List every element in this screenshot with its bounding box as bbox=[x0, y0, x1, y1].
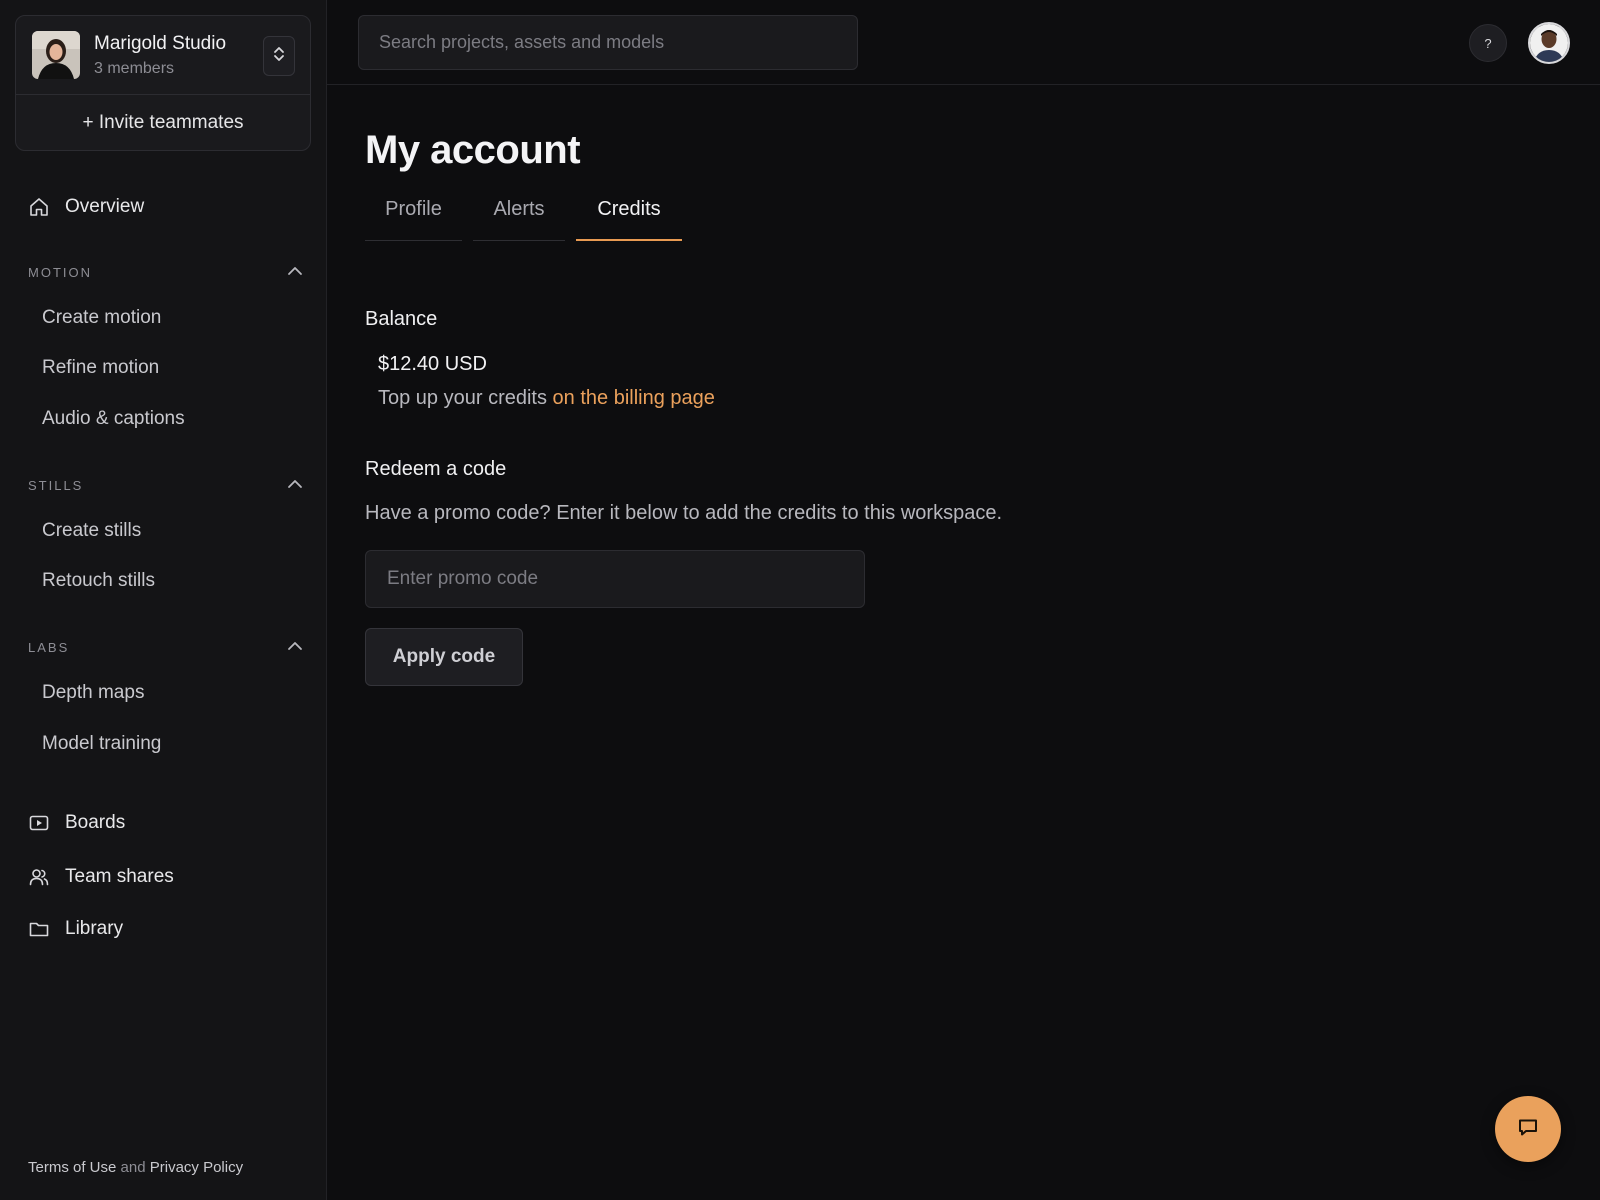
balance-value: $12.40 USD bbox=[378, 353, 487, 375]
workspace-member-count: 3 members bbox=[94, 60, 175, 77]
billing-page-link[interactable]: on the billing page bbox=[553, 387, 715, 409]
chat-bubble-icon bbox=[1515, 1114, 1541, 1145]
tab-label: Alerts bbox=[493, 198, 545, 220]
page-title: My account bbox=[365, 128, 581, 172]
sidebar: Marigold Studio 3 members + Invite teamm… bbox=[0, 0, 327, 1200]
workspace-switch-button[interactable] bbox=[263, 36, 295, 76]
workspace-card: Marigold Studio 3 members + Invite teamm… bbox=[15, 15, 311, 151]
tab-alerts[interactable]: Alerts bbox=[473, 198, 565, 241]
sidebar-item-model-training[interactable]: Model training bbox=[42, 733, 161, 755]
apply-code-button[interactable]: Apply code bbox=[365, 628, 523, 686]
topup-label: Top up your credits bbox=[378, 387, 547, 409]
sidebar-item-depth-maps[interactable]: Depth maps bbox=[42, 682, 144, 704]
terms-link[interactable]: Terms of Use bbox=[28, 1159, 116, 1176]
section-label: LABS bbox=[28, 639, 70, 655]
sidebar-item-boards[interactable]: Boards bbox=[28, 807, 125, 839]
chevron-up-icon bbox=[287, 476, 303, 494]
chevron-up-icon bbox=[287, 263, 303, 281]
folder-icon bbox=[28, 918, 50, 940]
redeem-heading: Redeem a code bbox=[365, 458, 507, 480]
sidebar-item-label: Boards bbox=[65, 812, 126, 833]
sidebar-item-label: Team shares bbox=[65, 866, 174, 887]
section-label: MOTION bbox=[28, 264, 92, 280]
play-box-icon bbox=[28, 812, 50, 834]
workspace-switcher[interactable]: Marigold Studio 3 members bbox=[16, 16, 310, 94]
help-icon: ? bbox=[1484, 35, 1492, 51]
tab-credits[interactable]: Credits bbox=[576, 198, 682, 241]
top-header: ? bbox=[327, 0, 1600, 85]
sidebar-item-overview[interactable]: Overview bbox=[28, 191, 144, 223]
users-icon bbox=[28, 866, 50, 888]
workspace-name: Marigold Studio bbox=[94, 33, 227, 54]
tab-label: Profile bbox=[385, 198, 442, 220]
promo-code-box bbox=[365, 550, 865, 608]
tab-label: Credits bbox=[597, 198, 661, 220]
search-input[interactable] bbox=[359, 16, 857, 69]
user-avatar[interactable] bbox=[1528, 22, 1570, 64]
tab-profile[interactable]: Profile bbox=[365, 198, 462, 241]
chat-button[interactable] bbox=[1495, 1096, 1561, 1162]
main-content: My account Profile Alerts Credits Balanc… bbox=[327, 85, 1600, 1200]
home-icon bbox=[28, 196, 50, 218]
section-header-labs[interactable]: LABS bbox=[28, 637, 303, 657]
app-root: Marigold Studio 3 members + Invite teamm… bbox=[0, 0, 1600, 1200]
redeem-description: Have a promo code? Enter it below to add… bbox=[365, 502, 1003, 524]
footer-and-text: and bbox=[120, 1159, 146, 1176]
search-box bbox=[358, 15, 858, 70]
promo-code-input[interactable] bbox=[366, 551, 864, 607]
sidebar-item-audio-captions[interactable]: Audio & captions bbox=[42, 408, 185, 430]
section-label: STILLS bbox=[28, 477, 84, 493]
chevron-up-icon bbox=[287, 638, 303, 656]
invite-teammates-button[interactable]: + Invite teammates bbox=[16, 95, 310, 151]
section-header-motion[interactable]: MOTION bbox=[28, 262, 303, 282]
sidebar-item-create-motion[interactable]: Create motion bbox=[42, 307, 161, 329]
section-header-stills[interactable]: STILLS bbox=[28, 475, 303, 495]
balance-heading: Balance bbox=[365, 308, 438, 330]
topup-text: Top up your credits on the billing page bbox=[378, 387, 715, 410]
sidebar-item-retouch-stills[interactable]: Retouch stills bbox=[42, 570, 155, 592]
sidebar-item-team-shares[interactable]: Team shares bbox=[28, 861, 174, 893]
sidebar-item-refine-motion[interactable]: Refine motion bbox=[42, 357, 159, 379]
privacy-link[interactable]: Privacy Policy bbox=[150, 1159, 243, 1176]
sidebar-item-library[interactable]: Library bbox=[28, 913, 123, 945]
footer-links: Terms of Use and Privacy Policy bbox=[28, 1159, 243, 1176]
sidebar-item-create-stills[interactable]: Create stills bbox=[42, 520, 141, 542]
help-button[interactable]: ? bbox=[1469, 24, 1507, 62]
sidebar-item-label: Overview bbox=[65, 196, 145, 217]
workspace-avatar bbox=[32, 31, 80, 79]
sidebar-item-label: Library bbox=[65, 918, 124, 939]
chevron-up-down-icon bbox=[272, 44, 286, 69]
